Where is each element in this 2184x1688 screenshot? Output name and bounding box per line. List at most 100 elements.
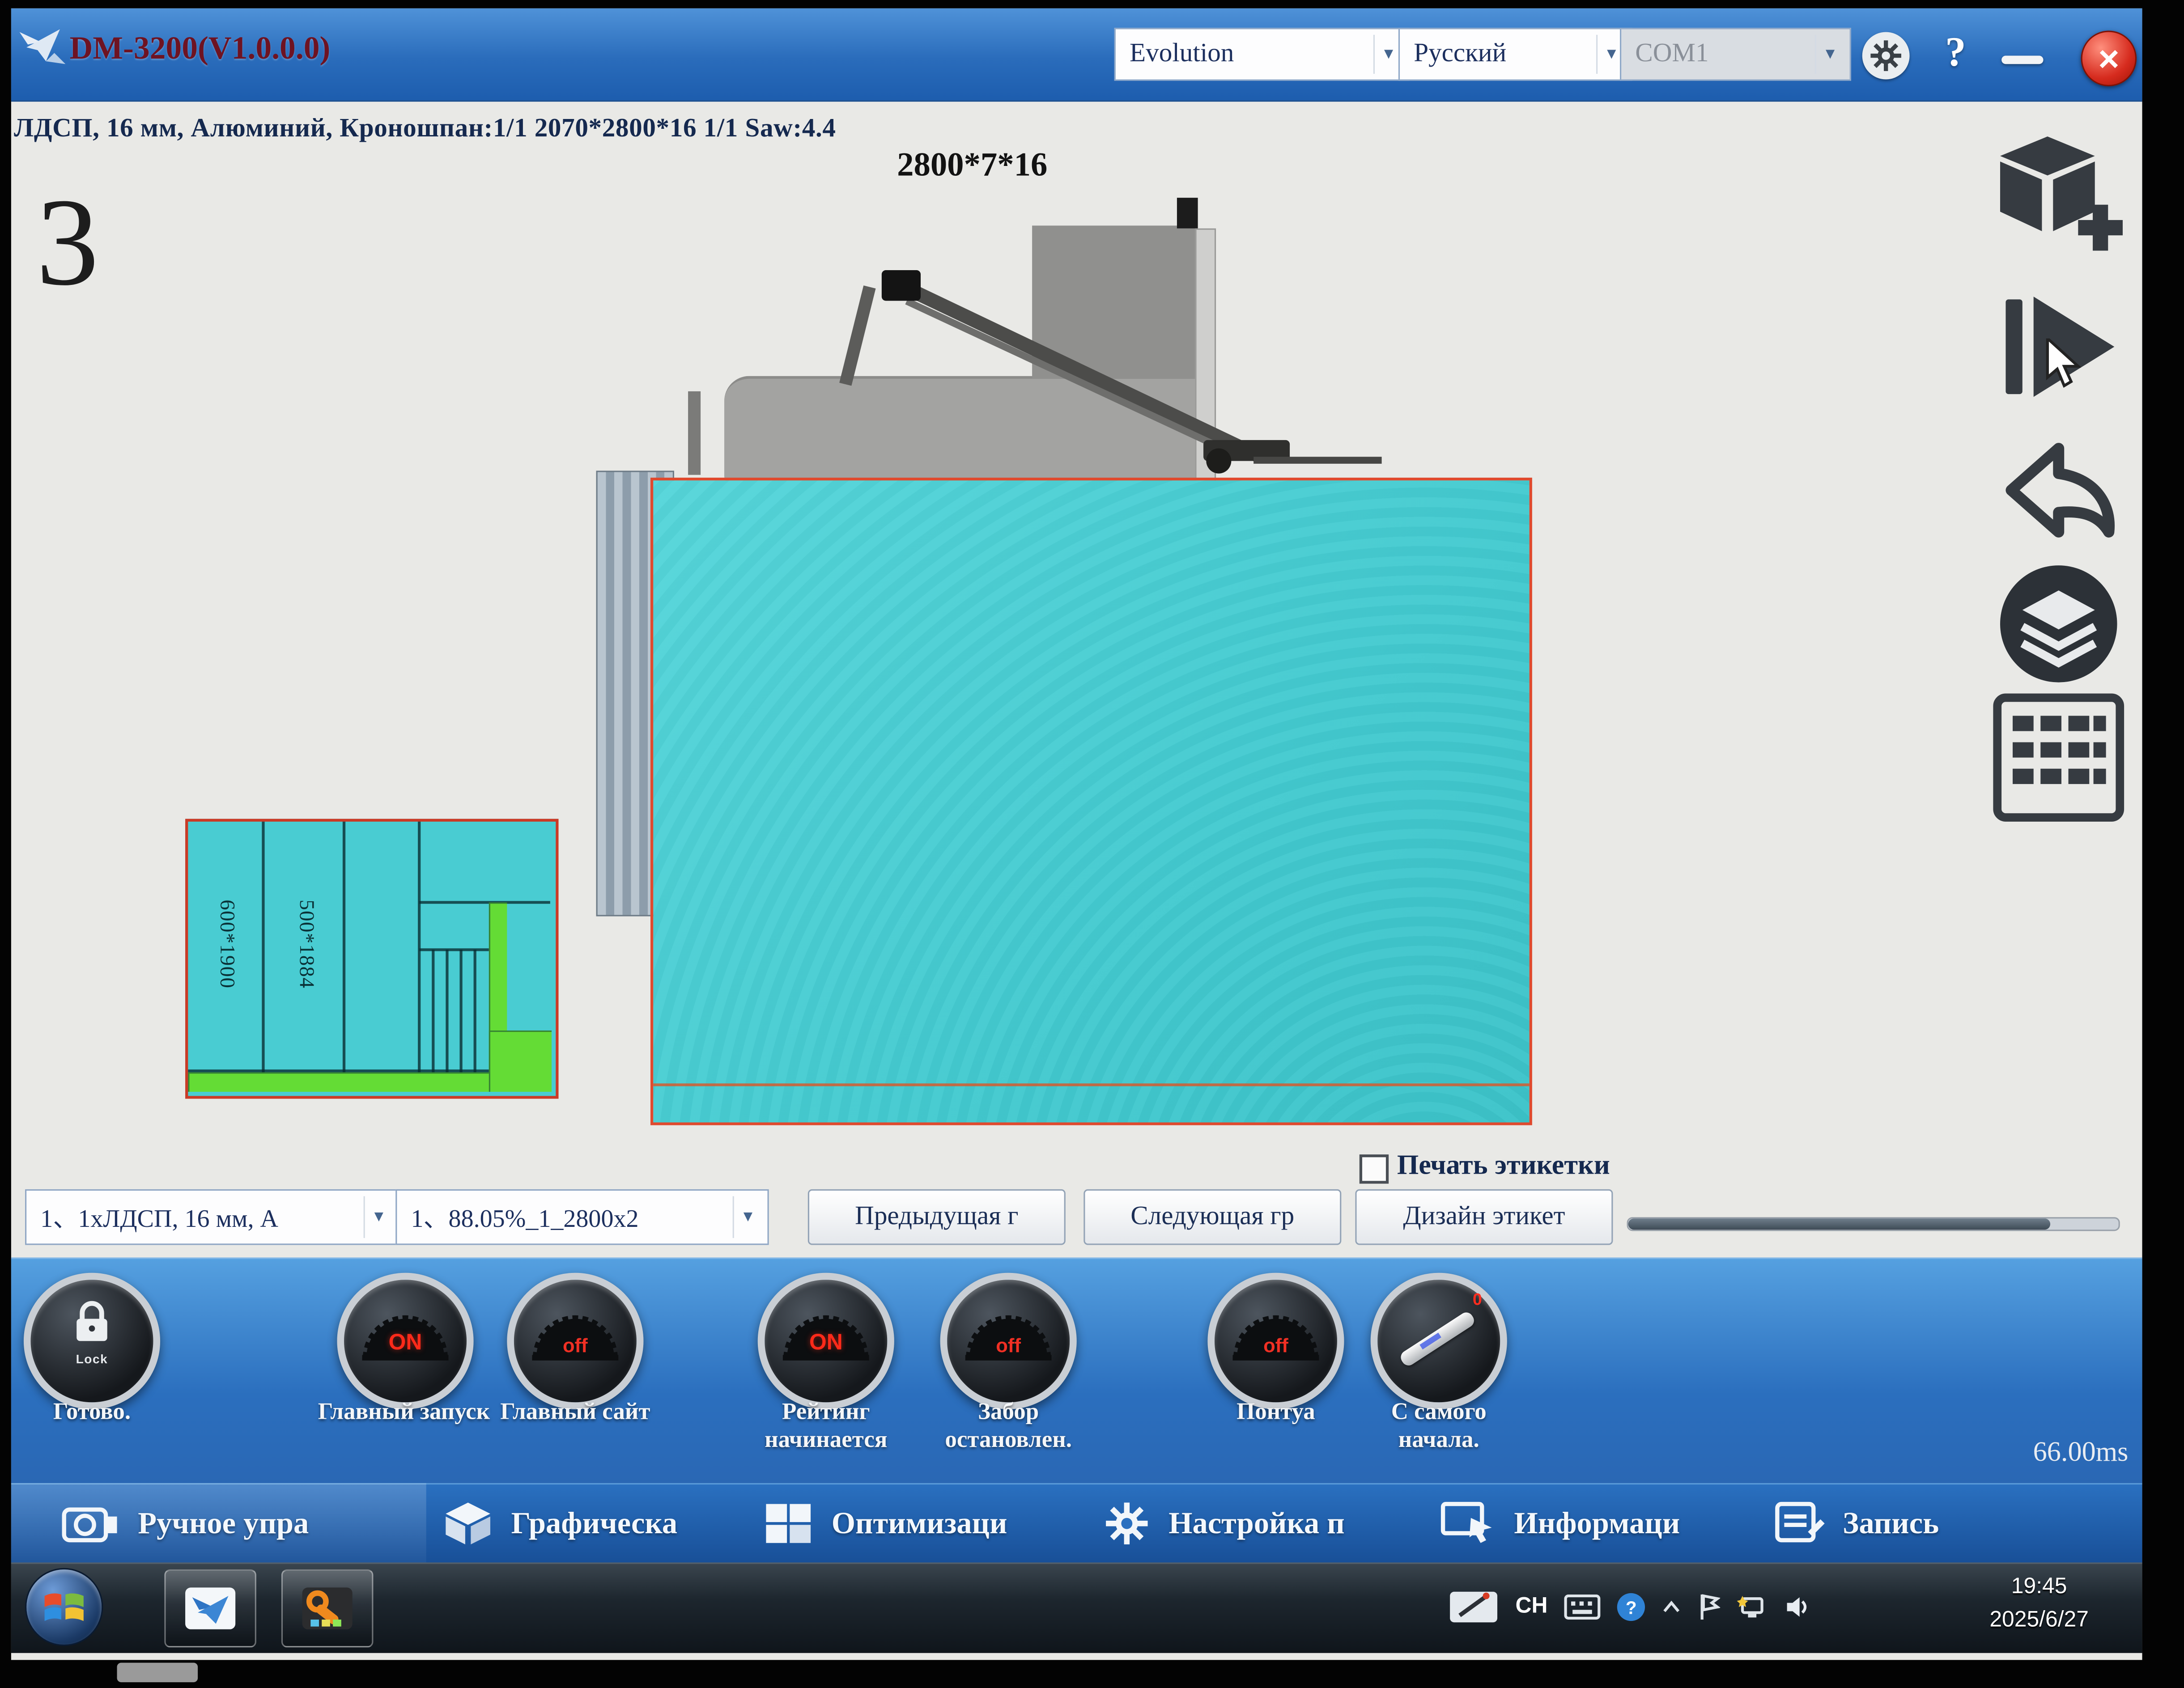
ime-help-icon[interactable]: ?: [1617, 1593, 1645, 1621]
status-label-fence: Забор остановлен.: [918, 1398, 1099, 1454]
keypad-button[interactable]: [1992, 692, 2125, 830]
tab-label: Информаци: [1514, 1505, 1680, 1541]
material-dropdown[interactable]: 1、1хЛДСП, 16 мм, А ▼: [25, 1189, 400, 1245]
start-button[interactable]: [25, 1568, 103, 1646]
offcut-block: [489, 1031, 552, 1092]
monitor-cursor-icon: [1440, 1501, 1496, 1545]
keyboard-icon[interactable]: [1564, 1595, 1601, 1620]
progress-slider-fill: [1628, 1218, 2050, 1230]
board-size-label: 2800*7*16: [763, 148, 1181, 185]
com-port-dropdown-value: COM1: [1635, 39, 1708, 69]
window-title: DM-3200(V1.0.0.0): [70, 30, 331, 67]
monitor-photo: DM-3200(V1.0.0.0) Evolution ▼ Русский ▼ …: [0, 0, 2184, 1688]
label-design-button[interactable]: Дизайн этикет: [1355, 1189, 1613, 1245]
taskbar-clock[interactable]: 19:45 2025/6/27: [1959, 1571, 2120, 1637]
on-badge: ON: [765, 1332, 887, 1357]
tab-label: Настройка п: [1168, 1505, 1345, 1541]
lock-icon: [64, 1299, 120, 1347]
tab-information[interactable]: Информаци: [1440, 1483, 1680, 1562]
com-port-dropdown[interactable]: COM1 ▼: [1620, 28, 1851, 81]
speaker-icon[interactable]: [1785, 1595, 1812, 1620]
on-badge: ON: [344, 1332, 467, 1357]
zero-badge: 0: [1473, 1289, 1482, 1309]
taskbar-app-dm3200[interactable]: [164, 1569, 256, 1647]
offcut-strip: [188, 1072, 490, 1092]
tab-graphics[interactable]: Графическа: [443, 1483, 677, 1562]
taskbar-app-tools[interactable]: [281, 1569, 373, 1647]
tab-label: Ручное упра: [138, 1505, 309, 1541]
tab-manual-control[interactable]: Ручное упра: [61, 1483, 309, 1562]
ready-lock-button[interactable]: Lock: [24, 1273, 160, 1409]
language-indicator[interactable]: CH: [1515, 1595, 1547, 1620]
wrench-app-icon: [299, 1585, 355, 1632]
tab-label: Запись: [1843, 1505, 1939, 1541]
machine-chimney: [1177, 198, 1198, 228]
chevron-down-icon: ▼: [364, 1196, 393, 1238]
mouse-cursor: [2045, 339, 2081, 396]
language-dropdown-value: Русский: [1414, 39, 1506, 69]
restart-button[interactable]: 0: [1371, 1273, 1507, 1409]
scoring-start-button[interactable]: ON: [758, 1273, 894, 1409]
pontua-button[interactable]: off: [1207, 1273, 1344, 1409]
main-saw-button[interactable]: off: [507, 1273, 643, 1409]
layers-icon: [1995, 560, 2123, 688]
show-hidden-icons-caret[interactable]: [1662, 1600, 1682, 1614]
piece-size-label: 500*1884: [293, 899, 317, 988]
language-dropdown[interactable]: Русский ▼: [1398, 28, 1632, 81]
keypad-icon: [1992, 692, 2125, 823]
progress-slider[interactable]: [1627, 1217, 2120, 1231]
status-label-restart: С самого начала.: [1348, 1398, 1530, 1454]
minimize-button[interactable]: [2001, 56, 2043, 64]
job-info-line: ЛДСП, 16 мм, Алюминий, Кроношпан:1/1 207…: [14, 114, 836, 144]
network-status-icon[interactable]: [1737, 1595, 1768, 1620]
status-label-main-start: Главный запуск: [314, 1398, 495, 1426]
status-label-scoring: Рейтинг начинается: [735, 1398, 917, 1454]
add-sheet-button[interactable]: [1992, 128, 2125, 274]
layout-dropdown-value: 1、88.05%_1_2800x2: [411, 1199, 638, 1235]
close-button[interactable]: ×: [2081, 30, 2137, 86]
action-center-flag-icon[interactable]: [1698, 1593, 1721, 1621]
undo-button[interactable]: [1995, 429, 2123, 559]
system-tray: CH ?: [1449, 1562, 1812, 1651]
note-pencil-icon: [1775, 1501, 1825, 1545]
fence-stop-button[interactable]: off: [940, 1273, 1077, 1409]
clock-date: 2025/6/27: [1959, 1604, 2120, 1638]
dm-app-icon: [183, 1585, 238, 1632]
layers-button[interactable]: [1995, 560, 2123, 695]
pen-input-icon[interactable]: [1449, 1587, 1499, 1626]
chevron-down-icon: ▼: [1815, 35, 1844, 74]
material-dropdown-value: 1、1хЛДСП, 16 мм, А: [40, 1199, 278, 1235]
settings-button[interactable]: [1862, 32, 1910, 80]
tab-record[interactable]: Запись: [1775, 1483, 1939, 1562]
print-label-checkbox[interactable]: [1360, 1154, 1389, 1183]
cube-plus-icon: [1992, 128, 2125, 267]
next-group-button[interactable]: Следующая гр: [1084, 1189, 1341, 1245]
tab-optimization[interactable]: Оптимизаци: [763, 1483, 1007, 1562]
piece-size-label: 600*1900: [214, 899, 238, 988]
off-badge: off: [947, 1334, 1070, 1357]
profile-dropdown[interactable]: Evolution ▼: [1114, 28, 1410, 81]
windows-flag-icon: [43, 1589, 85, 1625]
clock-time: 19:45: [1959, 1571, 2120, 1604]
profile-dropdown-value: Evolution: [1130, 39, 1234, 69]
status-label-pontua: Понтуа: [1185, 1398, 1367, 1426]
main-start-button[interactable]: ON: [337, 1273, 473, 1409]
status-label-ready: Готово.: [1, 1398, 183, 1426]
board-canvas: [650, 478, 1532, 1125]
previous-group-button[interactable]: Предыдущая г: [808, 1189, 1066, 1245]
grid-icon: [763, 1501, 813, 1545]
status-label-main-saw: Главный сайт: [484, 1398, 666, 1426]
camera-icon: [61, 1501, 120, 1545]
cycle-time: 66.00ms: [1936, 1437, 2129, 1469]
lock-badge: Lock: [30, 1352, 153, 1366]
off-badge: off: [1215, 1334, 1337, 1357]
layout-dropdown[interactable]: 1、88.05%_1_2800x2 ▼: [395, 1189, 769, 1245]
cube-icon: [443, 1499, 493, 1547]
tab-label: Оптимизаци: [832, 1505, 1007, 1541]
chevron-down-icon: ▼: [733, 1196, 762, 1238]
undo-arrow-icon: [1995, 429, 2123, 551]
help-button[interactable]: ?: [1930, 25, 1980, 81]
cutting-layout-preview[interactable]: 600*1900 500*1884: [185, 819, 558, 1099]
tab-settings[interactable]: Настройка п: [1103, 1483, 1345, 1562]
app-logo-icon: [17, 24, 67, 75]
